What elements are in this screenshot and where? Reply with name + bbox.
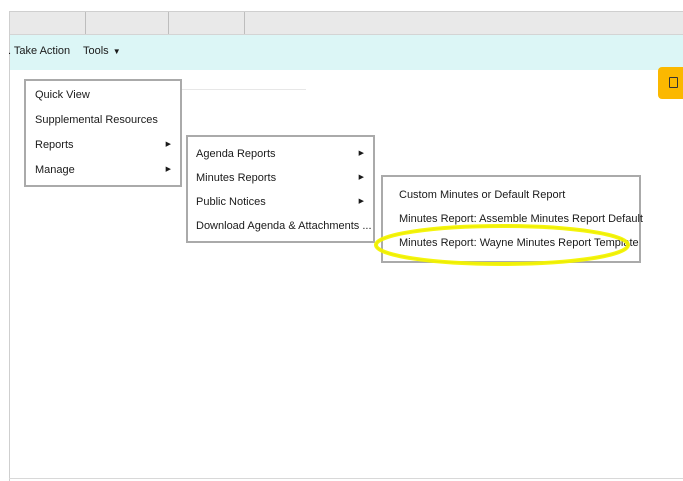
menu-item-label: Reports <box>35 139 74 151</box>
take-action-label: . Take Action <box>8 45 71 57</box>
submenu-item[interactable]: Minutes Reports ▶ <box>188 166 373 190</box>
tools-label: Tools <box>83 45 109 57</box>
menu-item-label: Manage <box>35 164 75 176</box>
submenu-item-label: Minutes Reports <box>196 172 277 184</box>
submenu-item-label: Download Agenda & Attachments ... <box>196 220 372 232</box>
submenu-arrow-icon: ▶ <box>358 198 364 205</box>
submenu-arrow-icon: ▶ <box>358 174 364 181</box>
submenu-arrow-icon: ▶ <box>358 150 364 157</box>
submenu-item-label: Public Notices <box>196 196 266 208</box>
tab-separator <box>85 12 86 34</box>
menu-item[interactable]: Quick View <box>26 83 180 107</box>
report-item[interactable]: Custom Minutes or Default Report <box>383 183 639 207</box>
report-item-label: Custom Minutes or Default Report <box>399 189 566 201</box>
panel-icon <box>669 77 678 88</box>
submenu-item-label: Agenda Reports <box>196 148 276 160</box>
highlight-ellipse <box>374 224 630 266</box>
take-action-menu[interactable]: . Take Action <box>8 45 70 57</box>
faded-divider <box>180 89 306 90</box>
toolbar: . Take Action Tools ▼ <box>8 35 683 70</box>
menu-item-label: Supplemental Resources <box>35 114 158 126</box>
submenu-item[interactable]: Download Agenda & Attachments ... <box>188 214 373 238</box>
tab-bar <box>10 12 683 35</box>
menu-item[interactable]: Reports ▶ <box>26 133 180 157</box>
submenu-item[interactable]: Public Notices ▶ <box>188 190 373 214</box>
menu-item-label: Quick View <box>35 89 90 101</box>
caret-down-icon: ▼ <box>112 47 121 56</box>
bottom-border <box>9 478 683 479</box>
side-panel-button[interactable] <box>658 67 683 99</box>
menu-item[interactable]: Supplemental Resources <box>26 108 180 132</box>
tools-menu[interactable]: Tools ▼ <box>83 45 121 57</box>
submenu-arrow-icon: ▶ <box>165 166 171 173</box>
tools-dropdown-menu: Quick View Supplemental Resources Reports ▶… <box>24 79 182 187</box>
submenu-arrow-icon: ▶ <box>165 141 171 148</box>
tab-separator <box>244 12 245 34</box>
menu-item[interactable]: Manage ▶ <box>26 158 180 182</box>
tab-separator <box>168 12 169 34</box>
reports-submenu: Agenda Reports ▶ Minutes Reports ▶ Public No… <box>186 135 375 243</box>
submenu-item[interactable]: Agenda Reports ▶ <box>188 142 373 166</box>
